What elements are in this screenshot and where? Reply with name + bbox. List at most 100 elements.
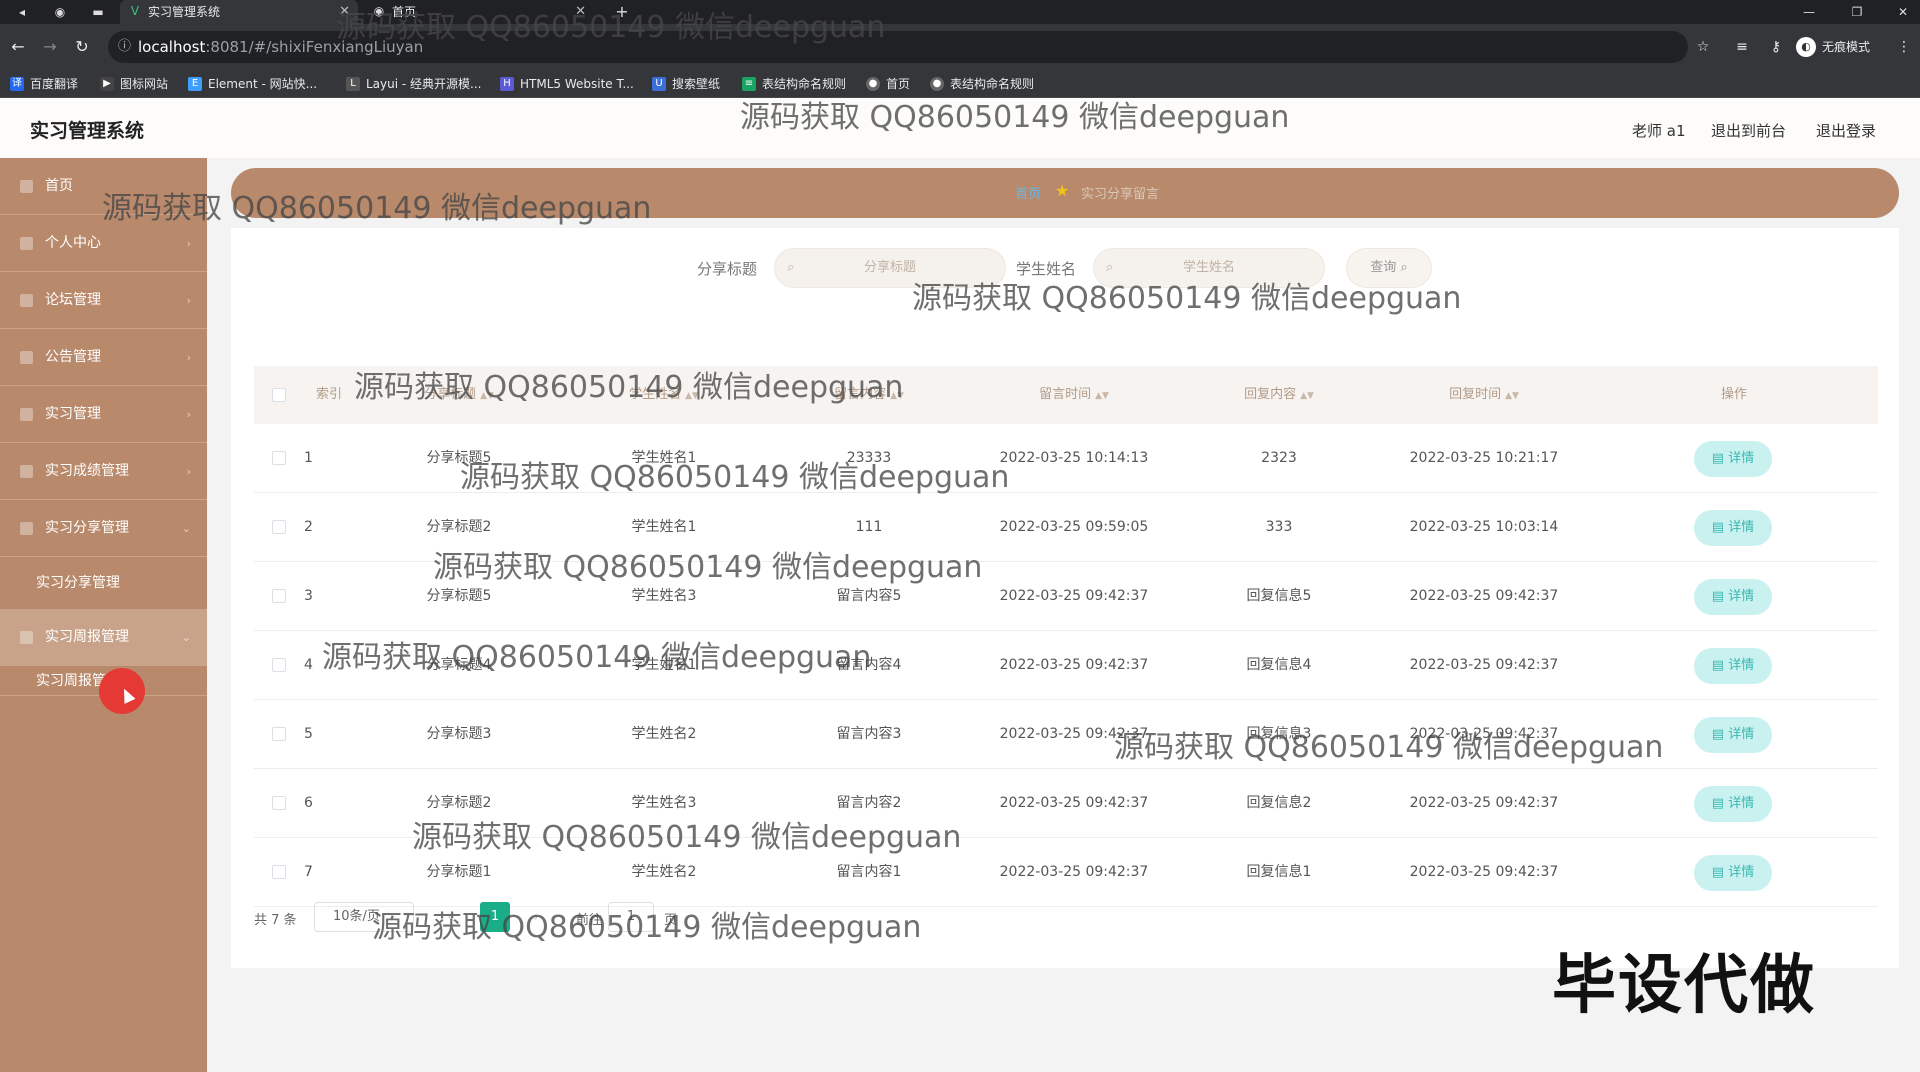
close-tab-icon[interactable]: ✕ bbox=[575, 0, 586, 24]
bookmark-item[interactable]: E Element - 网站快... bbox=[188, 70, 317, 98]
row-checkbox[interactable] bbox=[272, 658, 286, 672]
row-checkbox[interactable] bbox=[272, 451, 286, 465]
bookmark-item[interactable]: U 搜索壁纸 bbox=[652, 70, 720, 98]
site-info-icon[interactable]: ⓘ bbox=[118, 31, 131, 63]
bookmark-item[interactable]: L Layui - 经典开源模... bbox=[346, 70, 481, 98]
cell-content: 留言内容3 bbox=[836, 726, 902, 742]
row-checkbox[interactable] bbox=[272, 589, 286, 603]
incognito-icon: ◐ bbox=[1796, 37, 1816, 57]
bookmark-label: 首页 bbox=[886, 77, 911, 91]
new-tab-button[interactable]: + bbox=[614, 4, 630, 20]
bookmark-favicon-icon: H bbox=[500, 77, 514, 91]
row-checkbox[interactable] bbox=[272, 796, 286, 810]
page-number-current[interactable]: 1 bbox=[480, 902, 510, 932]
sidebar-item-notice[interactable]: 公告管理 › bbox=[0, 329, 207, 386]
page-size-value: 10条/页 bbox=[333, 909, 380, 924]
next-page-button[interactable]: › bbox=[522, 904, 550, 932]
close-tab-icon[interactable]: ✕ bbox=[339, 0, 350, 24]
tab-active[interactable]: V 实习管理系统 ✕ bbox=[120, 0, 358, 24]
tab-home[interactable]: ◉ 首页 ✕ bbox=[364, 0, 594, 24]
bookmark-item[interactable]: 译百度翻译 bbox=[10, 70, 78, 98]
goto-suffix: 页 bbox=[664, 913, 678, 928]
bookmark-item[interactable]: ● 首页 bbox=[866, 70, 910, 98]
detail-button[interactable]: ▤ 详情 bbox=[1694, 510, 1772, 546]
sidebar-item-share[interactable]: 实习分享管理 ⌄ bbox=[0, 500, 207, 557]
bookmark-item[interactable]: ▶ 图标网站 bbox=[100, 70, 168, 98]
current-user: 老师 a1 bbox=[1632, 122, 1686, 140]
column-header-label: 回复时间 bbox=[1449, 387, 1502, 402]
sidebar-item-profile[interactable]: 个人中心 › bbox=[0, 215, 207, 272]
title-search-input[interactable]: ⌕ 分享标题 bbox=[774, 248, 1006, 288]
back-to-front-link[interactable]: 退出到前台 bbox=[1711, 120, 1786, 141]
cell-title: 分享标题5 bbox=[426, 588, 492, 604]
reading-list-icon[interactable]: ≡ bbox=[1732, 37, 1752, 57]
bookmark-label: Layui - 经典开源模... bbox=[366, 77, 482, 91]
sidebar-item-weekly[interactable]: 实习周报管理 ⌄ bbox=[0, 609, 207, 666]
row-checkbox[interactable] bbox=[272, 520, 286, 534]
prev-page-button[interactable]: ‹ bbox=[436, 904, 464, 932]
forum-icon bbox=[20, 294, 33, 307]
cell-reply: 333 bbox=[1265, 519, 1293, 535]
cell-content: 23333 bbox=[846, 450, 892, 466]
cell-reply-time: 2022-03-25 10:21:17 bbox=[1409, 450, 1559, 466]
page-size-select[interactable]: 10条/页 bbox=[314, 902, 414, 932]
bookmark-label: Element - 网站快... bbox=[208, 77, 318, 91]
bookmark-favicon-icon: 译 bbox=[10, 77, 24, 91]
sidebar-item-grades[interactable]: 实习成绩管理 › bbox=[0, 443, 207, 500]
bookmark-star-icon[interactable]: ☆ bbox=[1693, 37, 1713, 57]
column-header-reply[interactable]: 回复内容 ▲▼ bbox=[1179, 366, 1379, 424]
back-icon[interactable]: ← bbox=[8, 37, 28, 57]
chevron-right-icon: › bbox=[186, 408, 191, 421]
student-search-input[interactable]: ⌕ 学生姓名 bbox=[1093, 248, 1325, 288]
browser-logo-icon[interactable]: ◉ bbox=[52, 4, 68, 20]
restore-icon[interactable]: ❐ bbox=[1842, 0, 1872, 24]
sidebar-subitem-share[interactable]: 实习分享管理 bbox=[0, 557, 207, 609]
bookmark-item[interactable]: ≡ 表结构命名规则 bbox=[742, 70, 846, 98]
column-header-student[interactable]: 学生姓名 ▲▼ bbox=[564, 366, 764, 424]
column-header-reply-time[interactable]: 回复时间 ▲▼ bbox=[1384, 366, 1584, 424]
sidebar-item-internship[interactable]: 实习管理 › bbox=[0, 386, 207, 443]
window-icon[interactable]: ▬ bbox=[90, 4, 106, 20]
key-icon[interactable]: ⚷ bbox=[1766, 37, 1786, 57]
column-header-time[interactable]: 留言时间 ▲▼ bbox=[974, 366, 1174, 424]
speaker-icon[interactable]: ◂ bbox=[14, 4, 30, 20]
breadcrumb-home[interactable]: 首页 bbox=[1015, 183, 1041, 202]
bookmark-item[interactable]: ● 表结构命名规则 bbox=[930, 70, 1034, 98]
column-header-title[interactable]: 分享标题 ▲▼ bbox=[359, 366, 559, 424]
detail-button[interactable]: ▤ 详情 bbox=[1694, 717, 1772, 753]
sidebar-item-label: 实习周报管理 bbox=[45, 629, 129, 645]
detail-button[interactable]: ▤ 详情 bbox=[1694, 786, 1772, 822]
cell-title: 分享标题3 bbox=[426, 726, 492, 742]
search-button[interactable]: 查询 ⌕ bbox=[1346, 248, 1432, 288]
cell-content: 111 bbox=[855, 519, 883, 535]
minimize-icon[interactable]: — bbox=[1794, 0, 1824, 24]
bookmark-label: 百度翻译 bbox=[30, 77, 79, 91]
detail-button[interactable]: ▤ 详情 bbox=[1694, 441, 1772, 477]
cell-content: 留言内容2 bbox=[836, 795, 902, 811]
row-checkbox[interactable] bbox=[272, 865, 286, 879]
cell-reply: 回复信息2 bbox=[1246, 795, 1312, 811]
select-all-checkbox[interactable] bbox=[272, 388, 286, 402]
forward-icon[interactable]: → bbox=[40, 37, 60, 57]
sidebar-item-home[interactable]: 首页 bbox=[0, 158, 207, 215]
url-path: :8081/#/shixiFenxiangLiuyan bbox=[205, 38, 424, 56]
goto-page-input[interactable]: 1 bbox=[608, 902, 654, 932]
incognito-indicator[interactable]: ◐ 无痕模式 bbox=[1796, 36, 1870, 58]
browser-address-bar: ← → ↻ ⓘ localhost:8081/#/shixiFenxiangLi… bbox=[0, 24, 1920, 70]
cell-student: 学生姓名1 bbox=[631, 519, 697, 535]
sidebar-item-forum[interactable]: 论坛管理 › bbox=[0, 272, 207, 329]
title-search-label: 分享标题 bbox=[697, 260, 758, 278]
row-checkbox[interactable] bbox=[272, 727, 286, 741]
more-menu-icon[interactable]: ⋮ bbox=[1894, 37, 1914, 57]
close-window-icon[interactable]: ✕ bbox=[1888, 0, 1918, 24]
detail-button[interactable]: ▤ 详情 bbox=[1694, 648, 1772, 684]
notice-icon bbox=[20, 351, 33, 364]
bookmark-item[interactable]: H HTML5 Website T... bbox=[500, 70, 634, 98]
detail-button[interactable]: ▤ 详情 bbox=[1694, 855, 1772, 891]
logout-link[interactable]: 退出登录 bbox=[1816, 120, 1876, 141]
column-header-content[interactable]: 留言内容 ▲▼ bbox=[769, 366, 969, 424]
detail-button[interactable]: ▤ 详情 bbox=[1694, 579, 1772, 615]
pagination: 共 7 条 10条/页 ‹ 1 › 前往 1 页 bbox=[254, 902, 1254, 934]
url-field[interactable]: ⓘ localhost:8081/#/shixiFenxiangLiuyan bbox=[108, 31, 1688, 63]
reload-icon[interactable]: ↻ bbox=[72, 37, 92, 57]
